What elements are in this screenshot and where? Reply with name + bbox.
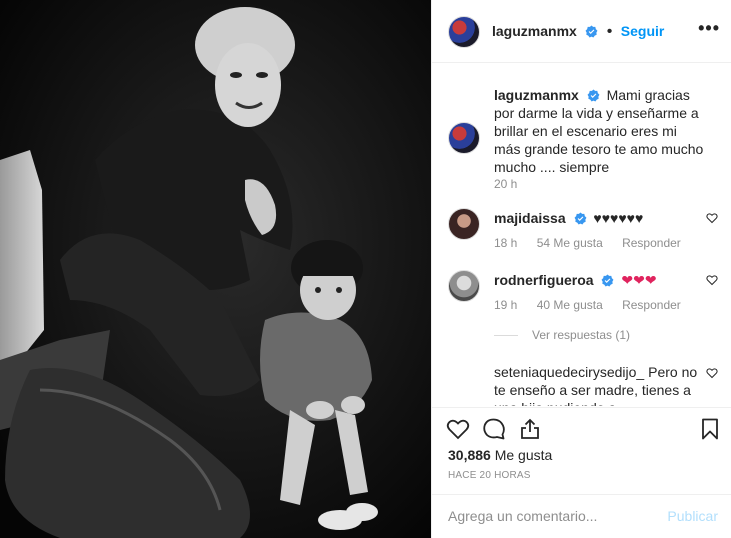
verified-badge-icon (602, 274, 614, 287)
post-side-panel: laguzmanmx • Seguir ••• laguzmanmx Mami … (431, 0, 731, 538)
comment-bubble-icon[interactable] (482, 417, 506, 441)
comment-input[interactable] (446, 507, 660, 525)
like-heart-icon[interactable] (446, 417, 470, 441)
comment-likes[interactable]: 40 Me gusta (537, 298, 603, 312)
comment-like-icon[interactable] (706, 212, 718, 224)
header-user-line: laguzmanmx • Seguir (492, 23, 664, 41)
commenter-avatar[interactable] (448, 208, 480, 240)
comment-like-icon[interactable] (706, 367, 718, 379)
share-icon[interactable] (518, 417, 542, 441)
likes-number: 30,886 (448, 447, 491, 463)
commenter-avatar[interactable] (448, 270, 480, 302)
caption-time[interactable]: 20 h (494, 177, 517, 191)
more-dots-icon[interactable]: ••• (698, 18, 720, 39)
caption-avatar[interactable] (448, 122, 480, 154)
comment-text: ❤❤❤ (621, 272, 657, 288)
post-photo[interactable] (0, 0, 431, 538)
post-timestamp[interactable]: HACE 20 HORAS (448, 470, 531, 481)
verified-badge-icon (574, 212, 586, 225)
verified-badge-icon (587, 89, 600, 102)
comment-text-block: majidaissa ♥♥♥♥♥♥ (494, 209, 706, 227)
instagram-post-modal: laguzmanmx • Seguir ••• laguzmanmx Mami … (0, 0, 731, 538)
comment-likes[interactable]: 54 Me gusta (537, 236, 603, 250)
comment-item: majidaissa ♥♥♥♥♥♥ 18 h 54 Me gusta Respo… (448, 208, 718, 258)
commenter-username[interactable]: seteniaquedecirysedijo_ (494, 364, 644, 380)
replies-divider (494, 335, 518, 337)
comments-list[interactable]: laguzmanmx Mami gracias por darme la vid… (432, 64, 731, 406)
bookmark-icon[interactable] (698, 417, 722, 441)
follow-button[interactable]: Seguir (621, 23, 665, 39)
comment-text: ♥♥♥♥♥♥ (593, 210, 644, 226)
comment-time[interactable]: 19 h (494, 298, 517, 312)
view-replies-label: Ver respuestas (1) (532, 328, 631, 342)
caption-meta: 20 h (494, 177, 533, 191)
header-separator: • (606, 23, 613, 40)
author-username[interactable]: laguzmanmx (492, 23, 577, 39)
post-actions: 30,886 Me gusta HACE 20 HORAS Publicar (432, 407, 731, 537)
comment-item: rodnerfigueroa ❤❤❤ 19 h 40 Me gusta Resp… (448, 270, 718, 320)
comment-text-block: seteniaquedecirysedijo_ Pero no te enseñ… (494, 363, 706, 406)
publish-button[interactable]: Publicar (667, 508, 718, 524)
commenter-username[interactable]: rodnerfigueroa (494, 272, 594, 288)
author-avatar[interactable] (448, 16, 480, 48)
likes-count[interactable]: 30,886 Me gusta (448, 447, 552, 463)
comment-meta: 18 h 54 Me gusta Responder (494, 236, 697, 250)
reply-button[interactable]: Responder (622, 298, 681, 312)
view-replies-button[interactable]: Ver respuestas (1) (494, 328, 630, 342)
comment-item: seteniaquedecirysedijo_ Pero no te enseñ… (448, 363, 718, 406)
reply-button[interactable]: Responder (622, 236, 681, 250)
post-header: laguzmanmx • Seguir ••• (432, 0, 731, 63)
comment-text-block: rodnerfigueroa ❤❤❤ (494, 271, 706, 289)
caption-username[interactable]: laguzmanmx (494, 87, 579, 103)
comment-meta: 19 h 40 Me gusta Responder (494, 298, 697, 312)
comment-like-icon[interactable] (706, 274, 718, 286)
likes-label: Me gusta (494, 447, 553, 463)
verified-badge-icon (585, 25, 598, 38)
caption-item: laguzmanmx Mami gracias por darme la vid… (448, 86, 718, 196)
add-comment-bar: Publicar (432, 494, 731, 538)
caption-text-block: laguzmanmx Mami gracias por darme la vid… (494, 86, 706, 176)
comment-time[interactable]: 18 h (494, 236, 517, 250)
commenter-username[interactable]: majidaissa (494, 210, 566, 226)
post-photo-illustration (0, 0, 431, 538)
